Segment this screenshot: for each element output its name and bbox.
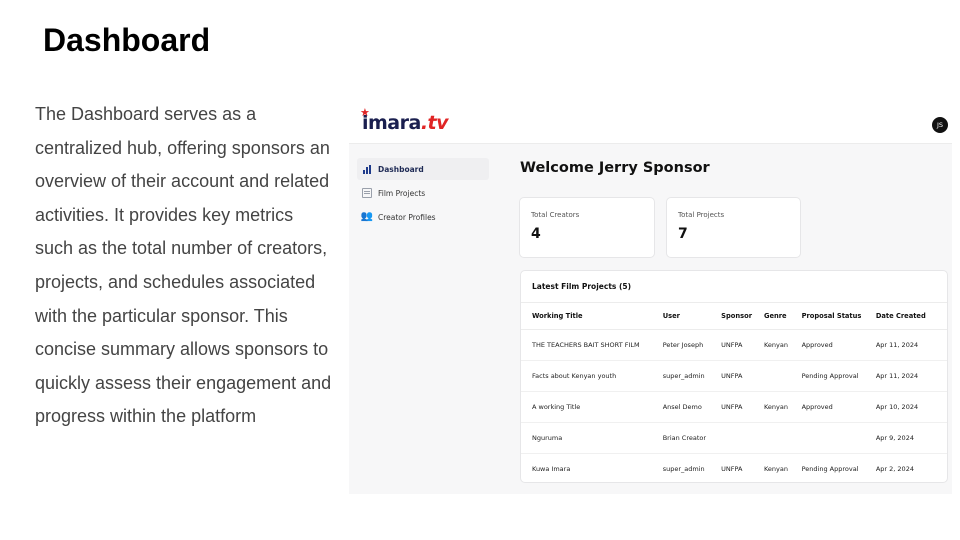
sidebar-item-creator-profiles[interactable]: 👥 Creator Profiles — [357, 206, 489, 228]
cell-user: Brian Creator — [662, 422, 722, 454]
cell-sponsor: UNFPA — [721, 360, 764, 392]
top-bar: ★ imara.tv JS — [349, 98, 952, 144]
welcome-heading: Welcome Jerry Sponsor — [520, 160, 710, 176]
logo-text: imara — [362, 112, 421, 134]
stat-card-total-creators: Total Creators 4 — [519, 197, 655, 258]
cell-genre: Kenyan — [763, 391, 802, 423]
star-icon: ★ — [360, 106, 370, 119]
user-avatar[interactable]: JS — [932, 117, 948, 133]
cell-sponsor: UNFPA — [721, 391, 764, 423]
cell-date-created: Apr 10, 2024 — [875, 391, 947, 423]
cell-genre — [763, 360, 802, 392]
stat-card-total-projects: Total Projects 7 — [666, 197, 801, 258]
column-header: Date Created — [875, 302, 947, 330]
table-row[interactable]: THE TEACHERS BAIT SHORT FILM Peter Josep… — [521, 329, 947, 361]
cell-proposal-status: Pending Approval — [801, 465, 859, 473]
cell-proposal-status: Pending Approval — [801, 360, 876, 392]
slide-title: Dashboard — [43, 22, 211, 58]
cell-sponsor: UNFPA — [721, 329, 764, 361]
column-header: User — [662, 302, 722, 330]
cell-date-created: Apr 2, 2024 — [875, 465, 914, 473]
cell-working-title: THE TEACHERS BAIT SHORT FILM — [521, 329, 663, 361]
logo-tv: tv — [427, 112, 449, 134]
projects-table: Working Title User Sponsor Genre Proposa… — [521, 302, 947, 483]
cell-proposal-status — [801, 422, 876, 454]
dashboard-screenshot: ★ imara.tv JS Dashboard Film Projects 👥 C… — [349, 98, 952, 494]
cell-date-created: Apr 9, 2024 — [875, 422, 947, 454]
cell-user: Peter Joseph — [662, 329, 722, 361]
cell-genre: Kenyan — [763, 465, 788, 473]
cell-user: Ansel Demo — [662, 391, 722, 423]
stat-label: Total Creators — [531, 211, 580, 219]
column-header: Sponsor — [721, 302, 764, 330]
imara-tv-logo[interactable]: ★ imara.tv — [360, 106, 449, 134]
sidebar-item-dashboard[interactable]: Dashboard — [357, 158, 489, 180]
latest-projects-card: Latest Film Projects (5) Working Title U… — [520, 270, 948, 483]
sidebar-item-label: Creator Profiles — [378, 212, 436, 222]
cell-genre: Kenyan — [763, 329, 802, 361]
cell-proposal-status: Approved — [801, 329, 876, 361]
logo-dot: . — [420, 112, 428, 134]
stat-value: 7 — [678, 226, 688, 242]
slide-description: The Dashboard serves as a centralized hu… — [35, 104, 332, 427]
sidebar: Dashboard Film Projects 👥 Creator Profil… — [357, 158, 489, 230]
card-title: Latest Film Projects (5) — [532, 282, 632, 291]
cell-working-title: Facts about Kenyan youth — [521, 360, 663, 392]
column-header: Working Title — [521, 302, 663, 330]
cell-sponsor: UNFPA — [721, 465, 743, 473]
sidebar-item-film-projects[interactable]: Film Projects — [357, 182, 489, 204]
cell-working-title: A working Title — [521, 391, 663, 423]
stat-label: Total Projects — [678, 211, 725, 219]
table-row[interactable]: Facts about Kenyan youth super_admin UNF… — [521, 360, 947, 392]
cell-user: super_admin — [662, 465, 705, 473]
users-icon: 👥 — [360, 211, 374, 222]
sidebar-item-label: Dashboard — [378, 164, 424, 174]
cell-genre — [763, 422, 802, 454]
table-row[interactable]: Nguruma Brian Creator Apr 9, 2024 — [521, 422, 947, 454]
table-row[interactable]: Kuwa Imara super_admin UNFPA Kenyan Pend… — [521, 454, 947, 483]
cell-working-title: Nguruma — [521, 422, 663, 454]
bar-chart-icon — [362, 164, 372, 174]
column-header: Proposal Status — [801, 302, 876, 330]
table-header-row: Working Title User Sponsor Genre Proposa… — [521, 302, 947, 330]
cell-date-created: Apr 11, 2024 — [875, 329, 947, 361]
cell-working-title: Kuwa Imara — [532, 465, 571, 473]
table-row[interactable]: A working Title Ansel Demo UNFPA Kenyan … — [521, 391, 947, 423]
column-header: Genre — [763, 302, 802, 330]
cell-user: super_admin — [662, 360, 722, 392]
cell-date-created: Apr 11, 2024 — [875, 360, 947, 392]
film-icon — [362, 188, 372, 198]
sidebar-item-label: Film Projects — [378, 188, 426, 198]
stat-value: 4 — [531, 226, 541, 242]
cell-proposal-status: Approved — [801, 391, 876, 423]
cell-sponsor — [721, 422, 764, 454]
